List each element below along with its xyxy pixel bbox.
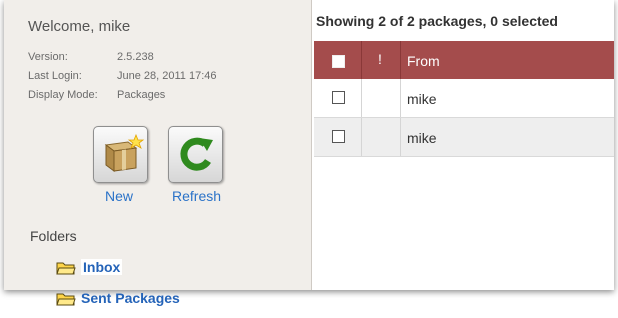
app-frame: Welcome, mike Version: 2.5.238 Last Login…	[4, 0, 614, 306]
from-column-header[interactable]: From	[407, 53, 440, 69]
version-label: Version:	[28, 51, 68, 63]
row-select-cell	[314, 118, 362, 156]
row-checkbox[interactable]	[332, 91, 345, 104]
refresh-button[interactable]	[168, 126, 223, 183]
display-mode-row: Display Mode: Packages	[28, 89, 165, 101]
row-checkbox[interactable]	[332, 130, 345, 143]
select-all-checkbox[interactable]	[332, 55, 345, 68]
folder-icon	[56, 262, 76, 275]
new-button[interactable]	[93, 126, 148, 183]
folder-icon	[56, 293, 76, 306]
folder-inbox-label[interactable]: Inbox	[81, 259, 123, 275]
package-icon	[104, 133, 145, 172]
row-flag-cell	[362, 118, 401, 156]
folders-heading: Folders	[30, 228, 77, 244]
status-text: Showing 2 of 2 packages, 0 selected	[316, 13, 558, 29]
display-mode-value: Packages	[117, 89, 166, 101]
last-login-row: Last Login: June 28, 2011 17:46	[28, 70, 217, 82]
last-login-label: Last Login:	[28, 70, 82, 82]
flag-column-label: !	[378, 51, 382, 67]
last-login-value: June 28, 2011 17:46	[117, 70, 217, 82]
row-flag-cell	[362, 79, 401, 117]
folder-sent-packages[interactable]: Sent Packages	[56, 290, 180, 307]
table-row[interactable]: mike	[314, 79, 614, 118]
package-list-panel: Showing 2 of 2 packages, 0 selected ! Fr…	[312, 0, 614, 290]
header-select-cell	[314, 41, 362, 79]
row-from: mike	[407, 130, 437, 146]
sidebar: Welcome, mike Version: 2.5.238 Last Login…	[4, 0, 312, 306]
folder-inbox[interactable]: Inbox	[56, 259, 123, 276]
display-mode-label: Display Mode:	[28, 89, 98, 101]
row-from: mike	[407, 91, 437, 107]
header-flag-cell[interactable]: !	[362, 41, 401, 79]
folder-sent-packages-label[interactable]: Sent Packages	[81, 290, 180, 306]
welcome-text: Welcome, mike	[28, 18, 131, 35]
table-row[interactable]: mike	[314, 118, 614, 157]
new-button-label[interactable]: New	[105, 188, 133, 204]
refresh-button-label[interactable]: Refresh	[172, 188, 221, 204]
version-value: 2.5.238	[117, 51, 154, 63]
version-row: Version: 2.5.238	[28, 51, 154, 63]
refresh-icon	[180, 137, 213, 171]
row-select-cell	[314, 79, 362, 117]
table-header: ! From	[314, 41, 614, 79]
